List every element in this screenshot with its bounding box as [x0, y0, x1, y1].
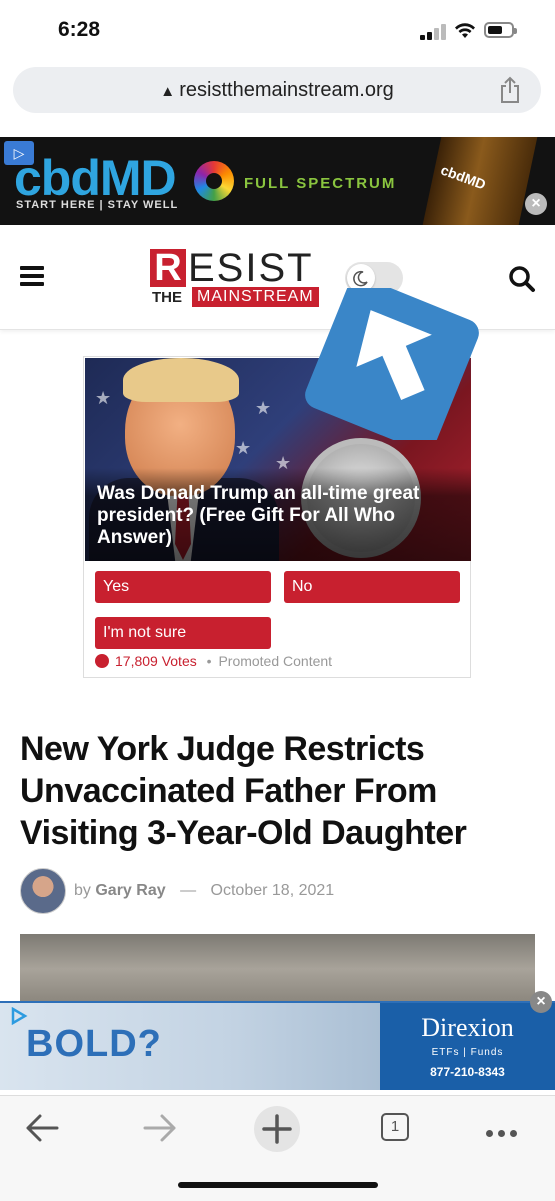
home-indicator[interactable]	[178, 1182, 378, 1188]
share-icon[interactable]	[499, 76, 521, 104]
tab-switcher-button[interactable]: 1	[381, 1113, 409, 1141]
arrow-cursor-icon	[305, 288, 479, 440]
trending-icon	[95, 654, 109, 668]
article-byline: by Gary Ray — October 18, 2021	[74, 882, 334, 900]
article-image[interactable]	[20, 934, 535, 1004]
search-icon[interactable]	[508, 265, 536, 293]
close-ad-button[interactable]: ×	[530, 991, 552, 1013]
new-tab-button[interactable]	[254, 1106, 300, 1152]
promoted-label[interactable]: Promoted Content	[218, 653, 332, 669]
author-link[interactable]: Gary Ray	[95, 882, 165, 899]
article-date: October 18, 2021	[210, 882, 335, 899]
bottom-banner-ad[interactable]: BOLD? Direxion ETFs | Funds 877-210-8343	[0, 1001, 555, 1090]
meta-separator: •	[206, 653, 212, 669]
ad-phone: 877-210-8343	[430, 1065, 505, 1079]
back-arrow-icon[interactable]	[24, 1112, 60, 1144]
plus-icon	[262, 1114, 292, 1144]
menu-icon[interactable]	[20, 266, 44, 286]
ad-brand-sub: ETFs | Funds	[431, 1047, 504, 1058]
byline-by: by	[74, 882, 91, 899]
poll-meta: 17,809 Votes • Promoted Content	[95, 653, 332, 669]
close-ad-button[interactable]: ×	[525, 193, 547, 215]
poll-option-yes[interactable]: Yes	[95, 571, 271, 603]
ad-product-line: FULL SPECTRUM	[244, 175, 397, 192]
ad-brand-panel: Direxion ETFs | Funds 877-210-8343	[380, 1003, 555, 1090]
status-bar: 6:28	[0, 0, 555, 62]
vote-count: 17,809 Votes	[115, 653, 197, 669]
status-time: 6:28	[58, 18, 101, 41]
logo-the: THE	[152, 289, 182, 306]
warning-icon: ▲	[160, 83, 180, 100]
more-options-icon[interactable]	[486, 1124, 522, 1142]
ad-brand-name: Direxion	[421, 1013, 514, 1042]
wifi-icon	[455, 23, 475, 38]
battery-icon	[484, 22, 517, 38]
top-banner-ad[interactable]: ▷ cbdMD START HERE | STAY WELL FULL SPEC…	[0, 137, 555, 225]
forward-arrow-icon[interactable]	[142, 1112, 178, 1144]
logo-letter-r[interactable]: R	[150, 249, 186, 287]
hair-shape	[123, 358, 239, 402]
logo-word[interactable]: ESIST	[188, 246, 314, 291]
author-avatar[interactable]	[20, 868, 66, 914]
article-headline[interactable]: New York Judge Restricts Unvaccinated Fa…	[20, 728, 540, 854]
ad-brand-logo: cbdMD	[14, 150, 177, 206]
ad-headline: BOLD?	[26, 1023, 162, 1065]
poll-question[interactable]: Was Donald Trump an all-time great presi…	[97, 483, 467, 549]
poll-option-no[interactable]: No	[284, 571, 460, 603]
url-text[interactable]: ▲ resistthemainstream.org	[13, 67, 541, 113]
color-wheel-icon	[194, 161, 234, 201]
url-value: resistthemainstream.org	[179, 79, 394, 101]
cellular-signal-icon	[420, 24, 448, 40]
address-bar[interactable]: ▲ resistthemainstream.org	[13, 67, 541, 113]
byline-dash: —	[180, 882, 197, 899]
poll-option-not-sure[interactable]: I'm not sure	[95, 617, 271, 649]
ad-tagline: START HERE | STAY WELL	[16, 199, 179, 211]
